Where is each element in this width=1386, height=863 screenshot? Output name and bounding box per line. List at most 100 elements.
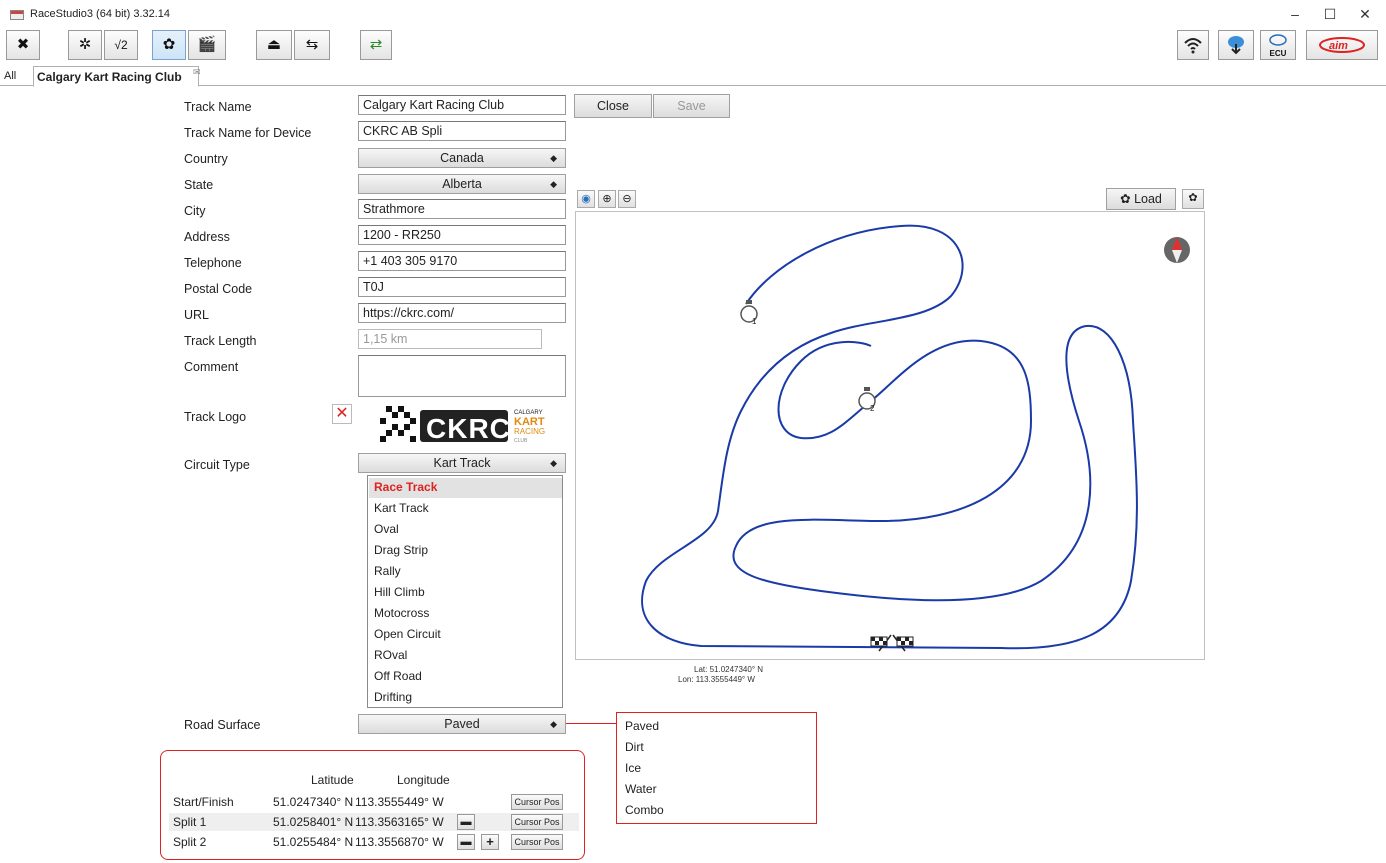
address-label: Address (184, 230, 230, 244)
circuit-option[interactable]: Kart Track (374, 501, 429, 515)
cursor-pos-button[interactable]: Cursor Pos (511, 814, 563, 830)
track-logo-label: Track Logo (184, 410, 247, 424)
close-tab-icon[interactable]: ✉ (193, 67, 201, 78)
circuit-option[interactable]: ROval (374, 648, 407, 662)
country-value: Canada (440, 151, 484, 165)
transfer-icon[interactable]: ⇄ (360, 30, 392, 60)
surface-option[interactable]: Water (625, 782, 657, 796)
ecu-cloud-icon[interactable]: ECU (1260, 30, 1296, 60)
connection-icon[interactable]: ⇆ (294, 30, 330, 60)
clapperboard-icon[interactable]: 🎬 (188, 30, 226, 60)
track-icon[interactable]: ✿ (152, 30, 186, 60)
data-download-icon[interactable]: ⏏ (256, 30, 292, 60)
tab-current-track[interactable]: Calgary Kart Racing Club (33, 66, 199, 87)
track-length-label: Track Length (184, 334, 257, 348)
circuit-option[interactable]: Drag Strip (374, 543, 428, 557)
start-finish-lon: 113.3555449° W (355, 795, 444, 809)
telephone-label: Telephone (184, 256, 242, 270)
state-label: State (184, 178, 214, 192)
close-window-button[interactable]: ✕ (1350, 4, 1380, 24)
circuit-option[interactable]: Hill Climb (374, 585, 425, 599)
split2-label: 2 (870, 404, 875, 413)
track-icon: ✿ (1120, 192, 1135, 206)
telephone-input[interactable]: +1 403 305 9170 (358, 251, 566, 271)
state-select[interactable]: Alberta ◆ (358, 174, 566, 194)
cursor-pos-button[interactable]: Cursor Pos (511, 794, 563, 810)
maximize-button[interactable]: ☐ (1315, 4, 1345, 24)
zoom-in-icon[interactable]: ⊕ (598, 190, 616, 208)
country-label: Country (184, 152, 228, 166)
minimize-button[interactable]: – (1280, 4, 1310, 24)
tools-icon[interactable]: ✖ (6, 30, 40, 60)
logo-racing-text: RACING (514, 427, 545, 436)
wifi-icon[interactable] (1177, 30, 1209, 60)
surface-option[interactable]: Combo (625, 803, 664, 817)
cursor-pos-button[interactable]: Cursor Pos (511, 834, 563, 850)
city-label: City (184, 204, 206, 218)
circuit-option[interactable]: Race Track (374, 480, 437, 494)
device-name-input[interactable]: CKRC AB Spli (358, 121, 566, 141)
road-surface-select[interactable]: Paved ◆ (358, 714, 566, 734)
start-finish-lat: 51.0247340° N (273, 795, 354, 809)
remove-split-icon[interactable]: ▬ (457, 834, 475, 850)
circuit-option[interactable]: Rally (374, 564, 401, 578)
circuit-type-value: Kart Track (433, 456, 491, 470)
split2-name: Split 2 (173, 835, 207, 849)
save-button[interactable]: Save (653, 94, 730, 118)
math-channel-icon[interactable]: √2 (104, 30, 138, 60)
circuit-option[interactable]: Drifting (374, 690, 412, 704)
longitude-header: Longitude (397, 773, 450, 787)
close-button[interactable]: Close (574, 94, 652, 118)
surface-option[interactable]: Paved (625, 719, 659, 733)
logo-ckrc-text: CKRC (426, 413, 511, 444)
city-input[interactable]: Strathmore (358, 199, 566, 219)
center-map-icon[interactable]: ◉ (577, 190, 595, 208)
split1-marker-icon[interactable]: 1 (740, 300, 758, 326)
split1-label: 1 (752, 317, 757, 326)
gear-icon[interactable]: ✲ (68, 30, 102, 60)
country-select[interactable]: Canada ◆ (358, 148, 566, 168)
track-logo-image: CKRC CALGARY KART RACING CLUB (380, 402, 550, 446)
surface-option[interactable]: Ice (625, 761, 641, 775)
add-split-icon[interactable]: + (481, 834, 499, 850)
track-image-icon[interactable]: ✿ (1182, 189, 1204, 209)
aim-logo[interactable]: aim (1306, 30, 1378, 60)
tab-all[interactable]: All (4, 70, 16, 82)
circuit-option[interactable]: Off Road (374, 669, 422, 683)
logo-club-text: CLUB (514, 438, 528, 444)
title-bar: RaceStudio3 (64 bit) 3.32.14 (0, 0, 1386, 28)
circuit-type-select[interactable]: Kart Track ◆ (358, 453, 566, 473)
remove-split-icon[interactable]: ▬ (457, 814, 475, 830)
split2-lon: 113.3556870° W (355, 835, 444, 849)
address-input[interactable]: 1200 - RR250 (358, 225, 566, 245)
start-finish-flag-icon[interactable] (870, 634, 914, 652)
zoom-out-icon[interactable]: ⊖ (618, 190, 636, 208)
circuit-option[interactable]: Oval (374, 522, 399, 536)
load-track-button[interactable]: ✿ Load (1106, 188, 1176, 210)
spinner-arrows-icon: ◆ (550, 153, 557, 163)
window-title: RaceStudio3 (64 bit) 3.32.14 (30, 8, 171, 20)
track-name-label: Track Name (184, 100, 252, 114)
spinner-arrows-icon: ◆ (550, 458, 557, 468)
postal-code-input[interactable]: T0J (358, 277, 566, 297)
callout-line (566, 723, 616, 724)
latitude-header: Latitude (311, 773, 354, 787)
track-map[interactable]: 1 2 (575, 211, 1205, 660)
circuit-option[interactable]: Open Circuit (374, 627, 441, 641)
url-input[interactable]: https://ckrc.com/ (358, 303, 566, 323)
device-name-label: Track Name for Device (184, 126, 312, 140)
split-coordinates-panel: Latitude Longitude Start/Finish 51.02473… (160, 750, 585, 860)
start-finish-name: Start/Finish (173, 795, 234, 809)
circuit-option[interactable]: Motocross (374, 606, 429, 620)
delete-logo-icon[interactable]: ✕ (332, 404, 352, 424)
state-value: Alberta (442, 177, 482, 191)
surface-option[interactable]: Dirt (625, 740, 644, 754)
spinner-arrows-icon: ◆ (550, 719, 557, 729)
load-label: Load (1134, 192, 1162, 206)
split1-name: Split 1 (173, 815, 207, 829)
road-surface-value: Paved (444, 717, 480, 731)
comment-textarea[interactable] (358, 355, 566, 397)
track-name-input[interactable]: Calgary Kart Racing Club (358, 95, 566, 115)
cloud-download-icon[interactable] (1218, 30, 1254, 60)
road-surface-label: Road Surface (184, 718, 261, 732)
